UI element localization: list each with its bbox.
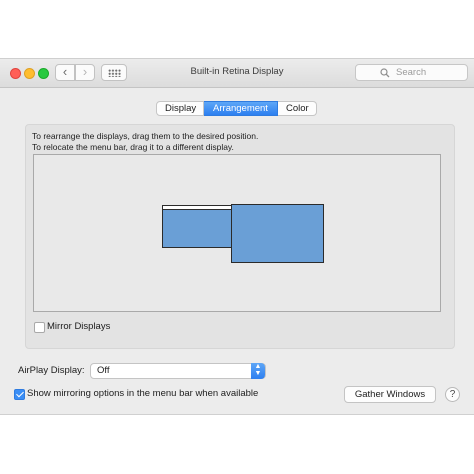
forward-button[interactable]: › [75,64,95,81]
tab-display[interactable]: Display [156,101,204,116]
mirror-displays-checkbox[interactable] [34,322,45,333]
tab-color[interactable]: Color [278,101,317,116]
airplay-display-select[interactable]: Off ▲ ▼ [90,363,266,379]
menu-bar-indicator[interactable] [163,206,231,210]
display-arrangement-area[interactable] [33,154,441,312]
back-button[interactable]: ‹ [55,64,75,81]
close-window-button[interactable] [10,68,21,79]
airplay-display-value: Off [97,365,110,376]
secondary-display[interactable] [231,204,324,263]
show-all-button[interactable] [101,64,127,81]
search-placeholder: Search [396,67,427,78]
tab-arrangement[interactable]: Arrangement [204,101,278,116]
zoom-window-button[interactable] [38,68,49,79]
system-preferences-window: ‹ › Built-in Retina Display Search Displ… [0,58,474,415]
airplay-display-label: AirPlay Display: [18,365,85,376]
title-bar: ‹ › Built-in Retina Display Search [0,59,474,88]
tab-bar: Display Arrangement Color [156,101,317,117]
search-icon [380,68,390,78]
mirror-displays-label: Mirror Displays [47,321,111,332]
gather-windows-button[interactable]: Gather Windows [344,386,436,403]
help-button[interactable]: ? [445,387,460,402]
instruction-menu-bar: To relocate the menu bar, drag it to a d… [32,142,234,152]
mirroring-options-checkbox[interactable] [14,389,25,400]
show-all-grid-icon [108,69,121,77]
minimize-window-button[interactable] [24,68,35,79]
display-with-menu-bar[interactable] [162,205,232,248]
window-title: Built-in Retina Display [190,66,284,77]
chevron-right-icon: › [82,64,88,79]
chevron-left-icon: ‹ [62,64,68,79]
mirroring-options-label: Show mirroring options in the menu bar w… [27,388,259,399]
search-field[interactable]: Search [355,64,468,81]
chevron-up-down-icon: ▲ ▼ [251,363,265,379]
instruction-rearrange: To rearrange the displays, drag them to … [32,131,259,141]
